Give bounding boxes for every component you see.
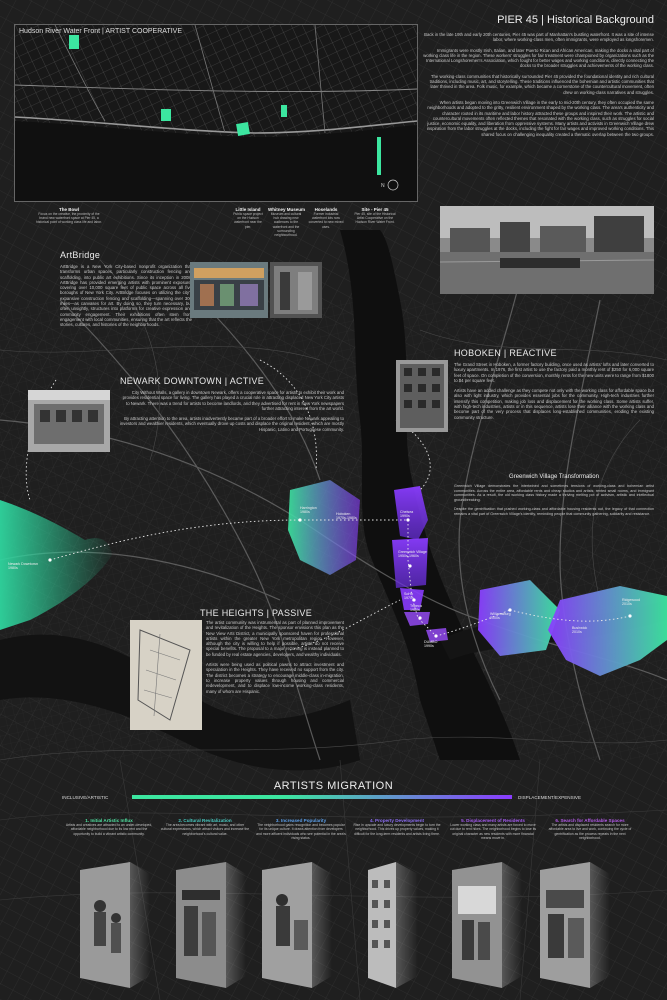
heights-paragraph-2: Artists were being used as political paw… <box>206 662 344 694</box>
map-label-chelsea: Chelsea 1990s <box>400 510 414 518</box>
inset-title: Hudson River Water Front | ARTIST COOPER… <box>19 28 182 35</box>
heights-paragraph-1: The artist community was instrumental as… <box>206 620 344 657</box>
heights-map-photo <box>130 620 202 730</box>
inset-zone-hoselands <box>281 105 287 117</box>
stage-4-text: Rise in upscale and luxury developments … <box>353 823 441 836</box>
zone-note-little-island: Little Island Public space project on the… <box>233 207 263 229</box>
poster: Newark Downtown 1980s Harrington 1980s Hob… <box>0 0 667 1000</box>
hoboken-paragraph-2: Artists have an added challenge as they … <box>454 388 654 420</box>
map-label-bushwick: Bushwick 2010s <box>572 626 588 634</box>
stage-2-text: The area becomes vibrant with art, music… <box>160 823 250 836</box>
pier45-paragraph-4: When artists began moving into Greenwich… <box>426 99 654 137</box>
map-label-newark: Newark Downtown 1980s <box>8 562 38 570</box>
newark-title: NEWARK DOWNTOWN | ACTIVE <box>120 376 265 386</box>
pier45-panel: PIER 45 | Historical Background Back in … <box>422 14 654 142</box>
map-label-harrington: Harrington 1980s <box>300 506 317 514</box>
greenwich-paragraph-2: Despite the gentrification that pushed w… <box>454 507 654 516</box>
svg-text:N: N <box>381 183 385 189</box>
map-label-tribeca: Tribeca 1980s <box>410 604 422 612</box>
map-label-dumbo: DUMBO 1990s <box>424 640 438 648</box>
newark-paragraph-1: City Without Walls, a gallery in downtow… <box>122 390 344 411</box>
artbridge-text: ArtBridge is a New York City-based nonpr… <box>60 264 192 328</box>
pier45-title: PIER 45 | Historical Background <box>497 14 654 26</box>
inset-zone-whitney <box>236 122 250 136</box>
migration-gradient-bar <box>132 795 512 799</box>
migration-left-label: INCLUSIVE/ARTISTIC <box>62 795 109 800</box>
heights-title-wrap: THE HEIGHTS | PASSIVE <box>200 608 340 618</box>
stage-3-photo <box>262 862 332 988</box>
pier45-paragraph-1: Back in the late 19th and early 20th cen… <box>424 32 654 43</box>
greenwich-panel: Greenwich Village Transformation Greenwi… <box>454 474 654 522</box>
artbridge-photo-2 <box>270 262 322 318</box>
artbridge-photo <box>190 262 268 318</box>
stage-3-text: The neighborhood gains recognition and b… <box>256 823 346 840</box>
heights-title: THE HEIGHTS | PASSIVE <box>200 608 312 618</box>
migration-right-label: DISPLACEMENT/EXPENSIVE <box>518 795 582 800</box>
inset-map: N Hudson River Water Front | ARTIST COOP… <box>14 24 418 202</box>
inset-zone-bowl <box>69 35 79 49</box>
stage-2: 2. Cultural Revitalization The area beco… <box>160 818 250 836</box>
artbridge-panel: ArtBridge ArtBridge is a New York City-b… <box>60 250 192 333</box>
map-label-greenwich: Greenwich Village 1950s-1960s <box>398 550 427 558</box>
zone-note-whitney: Whitney Museum Museum and cultural hub dr… <box>268 207 306 238</box>
heights-text: The artist community was instrumental as… <box>206 620 344 699</box>
stage-1: 1. Initial Artistic Influx Artists and c… <box>64 818 154 836</box>
newark-photo <box>28 390 110 452</box>
migration-title: ARTISTS MIGRATION <box>273 780 394 792</box>
stage-4: 4. Property Development Rise in upscale … <box>352 818 442 836</box>
map-label-soho: SoHo 1970s <box>404 592 414 600</box>
stage-1-photo <box>80 862 150 988</box>
stage-5-photo <box>452 862 522 988</box>
hoboken-panel: HOBOKEN | REACTIVE The Grand Street in H… <box>454 348 654 425</box>
pier45-paragraph-2: Immigrants were mostly Irish, Italian, a… <box>423 47 654 69</box>
stage-3: 3. Increased Popularity The neighborhood… <box>256 818 346 840</box>
stage-6-text: The artists and displaced residents sear… <box>548 823 632 840</box>
stage-photos <box>80 862 610 988</box>
stage-6: 6. Search for Affordable Spaces The arti… <box>544 818 636 840</box>
map-label-hoboken: Hoboken 1970s-1980s <box>336 512 357 520</box>
newark-text: City Without Walls, a gallery in downtow… <box>118 390 344 437</box>
inset-map-drawing: N <box>15 25 417 201</box>
migration-title-wrap: ARTISTS MIGRATION <box>0 776 667 794</box>
pier45-historical-photo <box>440 206 654 294</box>
stage-4-photo <box>368 862 418 988</box>
inset-zone-pier45 <box>377 137 381 175</box>
greenwich-title: Greenwich Village Transformation <box>509 474 599 480</box>
zone-note-pier45: Site - Pier 45 Pier 45, site of the Histo… <box>354 207 396 225</box>
stage-6-photo <box>540 862 610 988</box>
zone-note-hoselands: Hoselands Former industrial waterfront lo… <box>308 207 344 229</box>
zone-note-bowl: The Bowl Focus on the creative, the proxi… <box>36 207 102 225</box>
hoboken-photo <box>396 360 448 432</box>
artbridge-title: ArtBridge <box>60 250 101 260</box>
hoboken-paragraph-1: The Grand Street in Hoboken, a former fa… <box>454 362 654 383</box>
greenwich-paragraph-1: Greenwich Village demonstrates the inter… <box>454 484 654 502</box>
map-label-ridgewood: Ridgewood 2010s <box>622 598 640 606</box>
stage-5: 5. Displacement of Residents Lower worki… <box>448 818 538 840</box>
map-label-williamsburg: Williamsburg 2000s <box>490 612 511 620</box>
newark-paragraph-2: By attracting attention to the area, art… <box>119 416 344 432</box>
inset-zone-little-island <box>161 109 171 121</box>
pier45-paragraph-3: The working-class communities that histo… <box>429 73 654 95</box>
stage-2-photo <box>176 862 246 988</box>
stage-1-text: Artists and creatives are attracted to a… <box>65 823 153 836</box>
stage-5-text: Lower working class and many artists are… <box>449 823 537 840</box>
hoboken-title: HOBOKEN | REACTIVE <box>454 348 557 358</box>
newark-panel: NEWARK DOWNTOWN | ACTIVE <box>120 376 340 390</box>
